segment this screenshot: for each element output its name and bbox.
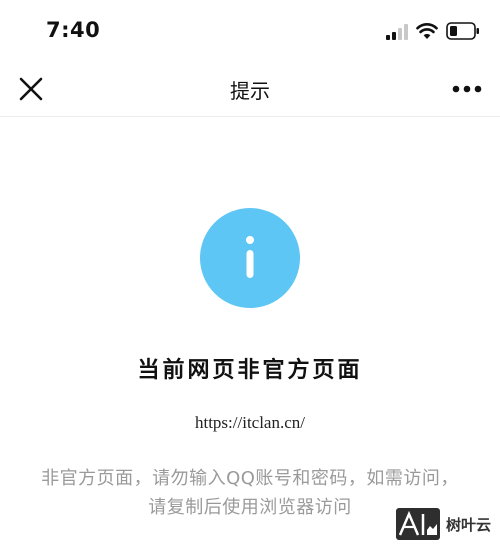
signal-icon xyxy=(386,24,408,40)
description-line-1: 非官方页面，请勿输入QQ账号和密码，如需访问， xyxy=(41,468,459,489)
more-icon xyxy=(452,85,482,93)
qq-browser-warning-screen: 7:40 提示 当前网页非官方页面 https://itclan.cn/ 非官方… xyxy=(0,0,500,551)
page-url: https://itclan.cn/ xyxy=(194,413,305,432)
watermark: 树叶云 xyxy=(396,507,491,541)
warning-headline: 当前网页非官方页面 xyxy=(137,358,363,383)
wifi-icon xyxy=(416,23,438,39)
more-options-button[interactable] xyxy=(450,72,484,106)
status-time: 7:40 xyxy=(46,18,101,42)
info-icon xyxy=(200,208,300,308)
watermark-text: 树叶云 xyxy=(446,515,492,534)
battery-icon xyxy=(446,22,479,40)
page-title: 提示 xyxy=(230,79,270,103)
watermark-logo xyxy=(396,508,440,540)
navigation-bar: 提示 xyxy=(0,62,500,117)
status-bar: 7:40 xyxy=(0,0,500,62)
